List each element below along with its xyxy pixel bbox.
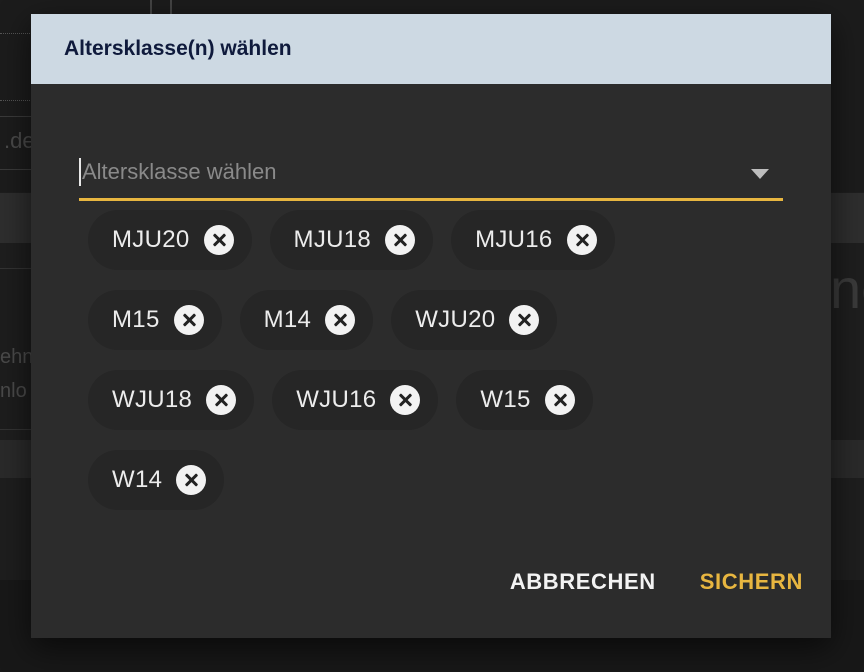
chip-label: MJU16 xyxy=(475,226,553,253)
age-class-chip[interactable]: W14 xyxy=(88,450,225,510)
remove-chip-icon[interactable] xyxy=(385,225,416,255)
save-button[interactable]: SICHERN xyxy=(700,569,803,595)
chip-label: WJU16 xyxy=(296,386,377,413)
chip-row: W14 xyxy=(88,450,808,510)
age-class-chip[interactable]: WJU16 xyxy=(272,370,439,430)
chip-label: WJU18 xyxy=(112,386,193,413)
remove-chip-icon[interactable] xyxy=(206,385,237,415)
age-class-chip[interactable]: MJU20 xyxy=(88,210,252,270)
chip-label: MJU20 xyxy=(112,226,190,253)
chip-label: M15 xyxy=(112,306,160,333)
age-class-chip[interactable]: M15 xyxy=(88,290,222,350)
age-class-chip[interactable]: WJU18 xyxy=(88,370,255,430)
age-class-select[interactable]: Altersklasse wählen xyxy=(79,152,783,201)
chip-label: WJU20 xyxy=(415,306,496,333)
backdrop-card-text: nlo xyxy=(0,380,27,402)
dialog-title: Altersklasse(n) wählen xyxy=(64,37,292,60)
dropdown-arrow-icon[interactable] xyxy=(751,169,769,179)
chip-label: W14 xyxy=(112,466,163,493)
remove-chip-icon[interactable] xyxy=(544,385,575,415)
text-cursor xyxy=(79,158,81,186)
chip-label: W15 xyxy=(480,386,531,413)
cancel-button[interactable]: ABBRECHEN xyxy=(510,569,656,595)
select-placeholder: Altersklasse wählen xyxy=(82,159,277,184)
remove-chip-icon[interactable] xyxy=(173,305,204,335)
backdrop-heading: ne xyxy=(830,257,864,320)
remove-chip-icon[interactable] xyxy=(566,225,597,255)
age-class-chip[interactable]: W15 xyxy=(456,370,593,430)
remove-chip-icon[interactable] xyxy=(203,225,234,255)
chip-row: M15 M14 WJU20 xyxy=(88,290,808,350)
chip-row: MJU20 MJU18 MJU16 xyxy=(88,210,808,270)
age-class-chip[interactable]: MJU18 xyxy=(269,210,434,270)
chip-label: M14 xyxy=(263,306,312,333)
remove-chip-icon[interactable] xyxy=(176,465,207,495)
age-class-chip[interactable]: M14 xyxy=(239,290,374,350)
chip-label: MJU18 xyxy=(293,226,372,253)
remove-chip-icon[interactable] xyxy=(509,305,540,335)
selected-chips: MJU20 MJU18 MJU16 M15 M14 WJU20 WJU18 WJU16 W15 W… xyxy=(88,210,808,530)
remove-chip-icon[interactable] xyxy=(325,305,356,335)
backdrop-card-text: ehn xyxy=(0,346,34,368)
dialog-actions: ABBRECHEN SICHERN xyxy=(510,569,803,595)
backdrop-input-text: .de xyxy=(4,128,35,153)
age-class-chip[interactable]: WJU20 xyxy=(391,290,558,350)
dialog-header: Altersklasse(n) wählen xyxy=(31,14,831,84)
age-class-dialog: Altersklasse(n) wählen Altersklasse wähl… xyxy=(31,14,831,638)
remove-chip-icon[interactable] xyxy=(390,385,421,415)
chip-row: WJU18 WJU16 W15 xyxy=(88,370,808,430)
age-class-chip[interactable]: MJU16 xyxy=(451,210,615,270)
